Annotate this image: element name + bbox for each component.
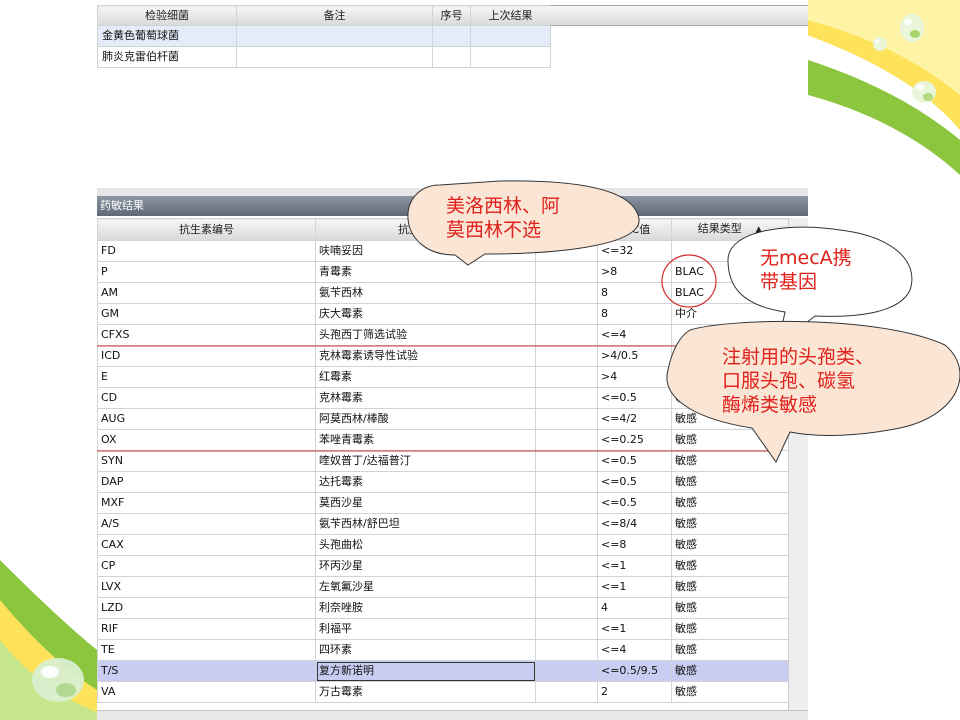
- callout-2-line-2: 带基因: [760, 271, 818, 293]
- callout-3-line-1: 注射用的头孢类、: [722, 346, 875, 368]
- callout-text-1: 美洛西林、阿 莫西林不选: [446, 194, 560, 242]
- callout-3-line-2: 口服头孢、碳氢: [722, 370, 856, 392]
- callout-1-line-1: 美洛西林、阿: [446, 195, 561, 217]
- callout-text-3: 注射用的头孢类、 口服头孢、碳氢 酶烯类敏感: [722, 345, 874, 417]
- callout-text-2: 无mecA携 带基因: [760, 246, 852, 294]
- callout-3-line-3: 酶烯类敏感: [722, 394, 818, 416]
- blac-highlight-circle: [661, 254, 717, 308]
- callout-1-line-2: 莫西林不选: [446, 219, 542, 241]
- callout-2-line-1: 无mecA携: [760, 247, 852, 269]
